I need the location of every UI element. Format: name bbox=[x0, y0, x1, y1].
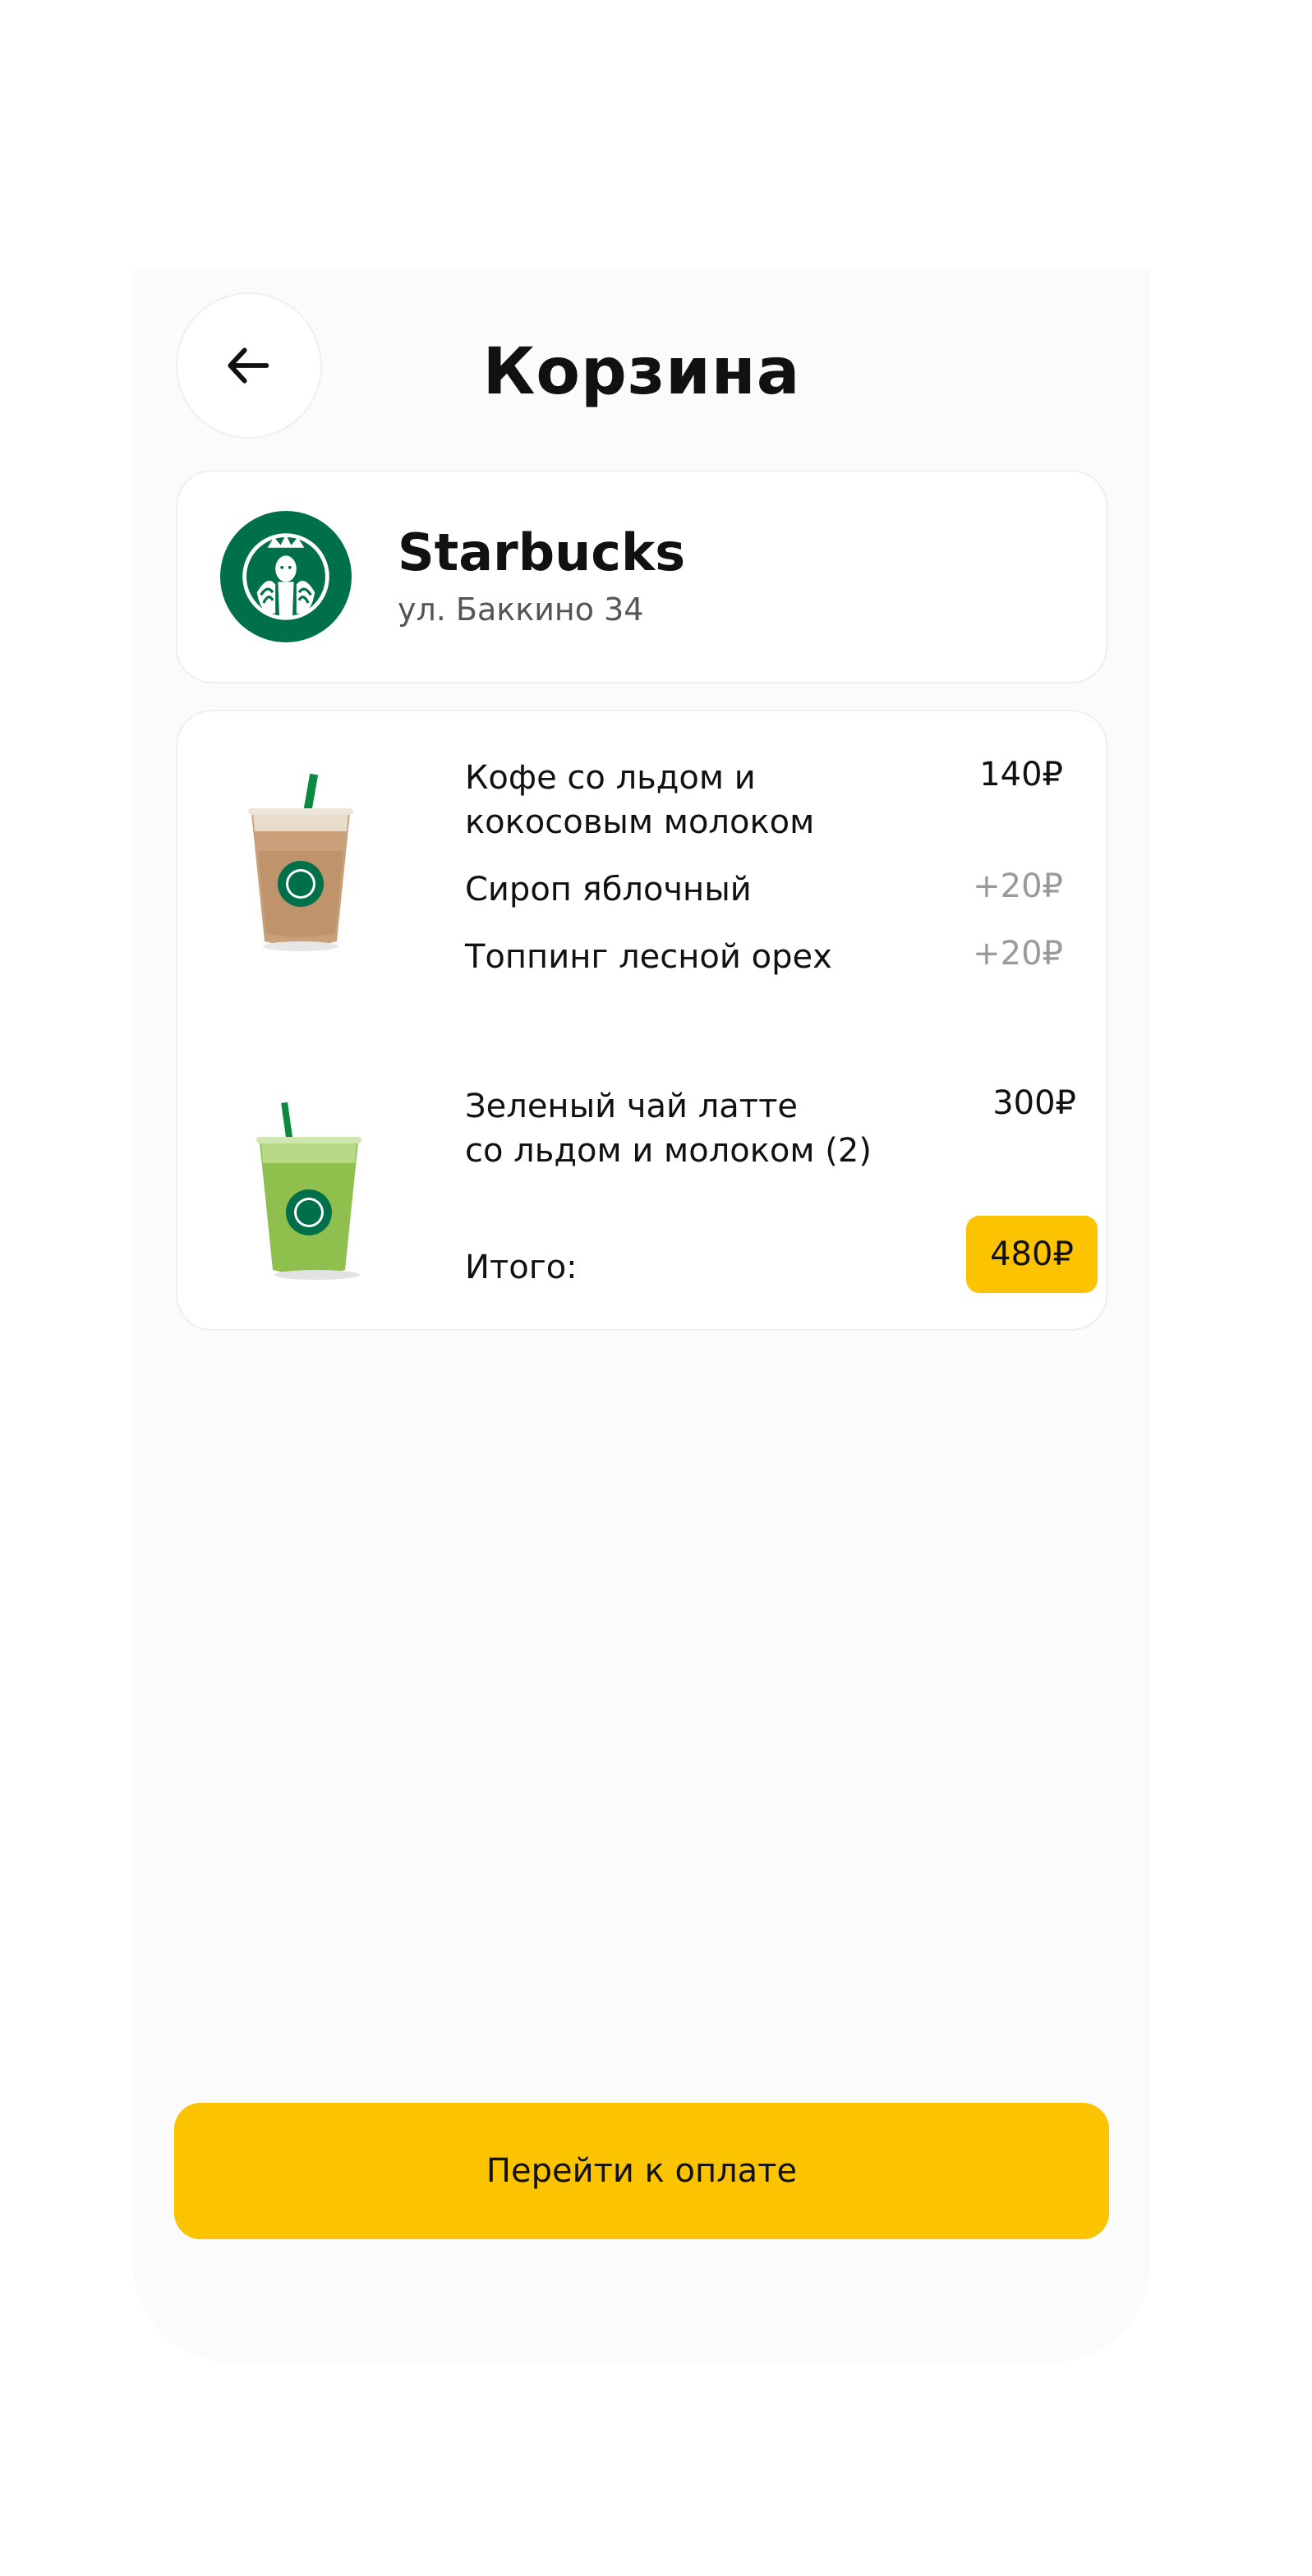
item-price: 140₽ bbox=[979, 756, 1063, 794]
cart-screen: Корзина Starbucks ул. Баккино 34 Кофе со… bbox=[133, 269, 1150, 2362]
store-card[interactable]: Starbucks ул. Баккино 34 bbox=[176, 470, 1107, 683]
iced-coffee-cup-image bbox=[248, 773, 353, 951]
addon-price: +20₽ bbox=[973, 935, 1063, 973]
checkout-button[interactable]: Перейти к оплате bbox=[174, 2103, 1109, 2239]
addon-name: Топпинг лесной орех bbox=[465, 938, 832, 976]
total-label: Итого: bbox=[465, 1249, 578, 1286]
page-title: Корзина bbox=[482, 335, 801, 409]
iced-matcha-cup-image bbox=[256, 1102, 361, 1280]
addon-price: +20₽ bbox=[973, 867, 1063, 905]
total-badge: 480₽ bbox=[966, 1216, 1098, 1293]
starbucks-logo bbox=[220, 511, 352, 642]
store-address: ул. Баккино 34 bbox=[398, 591, 644, 628]
item-price: 300₽ bbox=[992, 1084, 1076, 1122]
store-name: Starbucks bbox=[398, 522, 686, 582]
addon-name: Сироп яблочный bbox=[465, 871, 752, 908]
item-name: Зеленый чай латте со льдом и молоком (2) bbox=[465, 1088, 872, 1170]
item-name: Кофе со льдом и кокосовым молоком bbox=[465, 759, 815, 841]
cart-items-card: Кофе со льдом и кокосовым молоком 140₽ С… bbox=[176, 710, 1107, 1331]
